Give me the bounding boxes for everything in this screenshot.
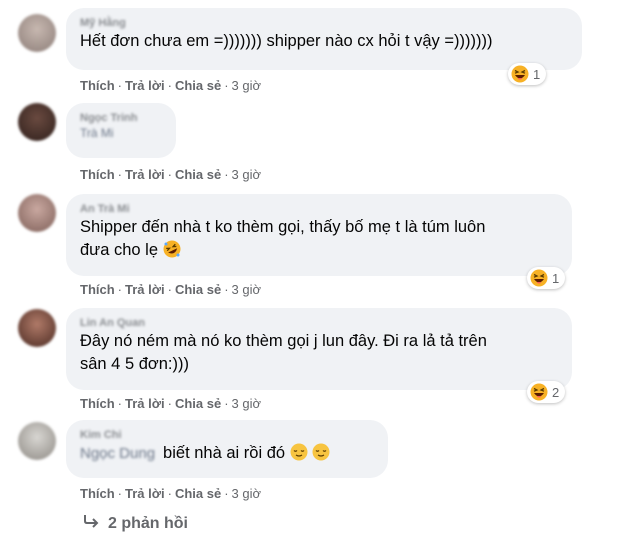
avatar[interactable]	[18, 194, 56, 232]
reaction-count: 2	[552, 384, 560, 400]
share-link[interactable]: Chia sẻ	[175, 282, 221, 297]
reaction-badge[interactable]: 1	[527, 267, 566, 289]
comment-author[interactable]: Kim Chi	[80, 428, 374, 442]
avatar[interactable]	[18, 309, 56, 347]
reply-link[interactable]: Trả lời	[125, 167, 165, 182]
timestamp[interactable]: 3 giờ	[232, 396, 262, 411]
comment-bubble: Kim Chi Ngọc Dung biết nhà ai rồi đó	[66, 420, 388, 478]
comment-actions: Thích · Trả lời · Chia sẻ · 3 giờ	[80, 167, 262, 182]
comment-text: Đây nó ném mà nó ko thèm gọi j lun đây. …	[80, 332, 487, 373]
timestamp[interactable]: 3 giờ	[232, 78, 262, 93]
like-link[interactable]: Thích	[80, 396, 115, 411]
comment-bubble: Lin An Quan Đây nó ném mà nó ko thèm gọi…	[66, 308, 572, 390]
comment-bubble: Ngọc Trinh Trà Mi	[66, 103, 176, 158]
share-link[interactable]: Chia sẻ	[175, 78, 221, 93]
comment-author[interactable]: Lin An Quan	[80, 316, 558, 330]
reply-link[interactable]: Trả lời	[125, 486, 165, 501]
reaction-count: 1	[533, 66, 541, 82]
timestamp[interactable]: 3 giờ	[232, 282, 262, 297]
comment-actions: Thích · Trả lời · Chia sẻ · 3 giờ	[80, 486, 262, 501]
avatar[interactable]	[18, 103, 56, 141]
replies-label: 2 phản hồi	[108, 514, 188, 532]
share-link[interactable]: Chia sẻ	[175, 486, 221, 501]
comment-author[interactable]: Ngọc Trinh	[80, 111, 162, 125]
comment-bubble: Mỹ Hằng Hết đơn chưa em =))))))) shipper…	[66, 8, 582, 70]
comment-author[interactable]: An Trà Mi	[80, 202, 558, 216]
like-link[interactable]: Thích	[80, 78, 115, 93]
reply-link[interactable]: Trả lời	[125, 396, 165, 411]
reaction-badge[interactable]: 2	[527, 381, 566, 403]
comment-text: Ngọc Dung biết nhà ai rồi đó	[80, 442, 374, 465]
comment-text: Hết đơn chưa em =))))))) shipper nào cx …	[80, 32, 493, 50]
timestamp[interactable]: 3 giờ	[232, 486, 262, 501]
comment-actions: Thích · Trả lời · Chia sẻ · 3 giờ	[80, 396, 262, 411]
comment-text: Shipper đến nhà t ko thèm gọi, thấy bố m…	[80, 218, 486, 259]
view-replies-button[interactable]: 2 phản hồi	[82, 513, 188, 534]
relieved-emoji-icon	[312, 443, 330, 462]
rofl-emoji-icon	[158, 240, 181, 259]
reaction-badge[interactable]: 1	[508, 63, 547, 85]
haha-icon	[511, 65, 529, 83]
haha-icon	[530, 383, 548, 401]
like-link[interactable]: Thích	[80, 167, 115, 182]
relieved-emoji-icon	[290, 443, 308, 462]
comment-actions: Thích · Trả lời · Chia sẻ · 3 giờ	[80, 78, 262, 93]
comment-author[interactable]: Mỹ Hằng	[80, 16, 568, 30]
comment-bubble: An Trà Mi Shipper đến nhà t ko thèm gọi,…	[66, 194, 572, 276]
reply-arrow-icon	[82, 513, 100, 534]
haha-icon	[530, 269, 548, 287]
reaction-count: 1	[552, 270, 560, 286]
like-link[interactable]: Thích	[80, 282, 115, 297]
comment-text: Trà Mi	[80, 126, 114, 140]
reply-link[interactable]: Trả lời	[125, 78, 165, 93]
reply-link[interactable]: Trả lời	[125, 282, 165, 297]
like-link[interactable]: Thích	[80, 486, 115, 501]
share-link[interactable]: Chia sẻ	[175, 396, 221, 411]
tagged-name[interactable]: Ngọc Dung	[80, 442, 155, 465]
share-link[interactable]: Chia sẻ	[175, 167, 221, 182]
avatar[interactable]	[18, 422, 56, 460]
avatar[interactable]	[18, 14, 56, 52]
timestamp[interactable]: 3 giờ	[232, 167, 262, 182]
comment-actions: Thích · Trả lời · Chia sẻ · 3 giờ	[80, 282, 262, 297]
